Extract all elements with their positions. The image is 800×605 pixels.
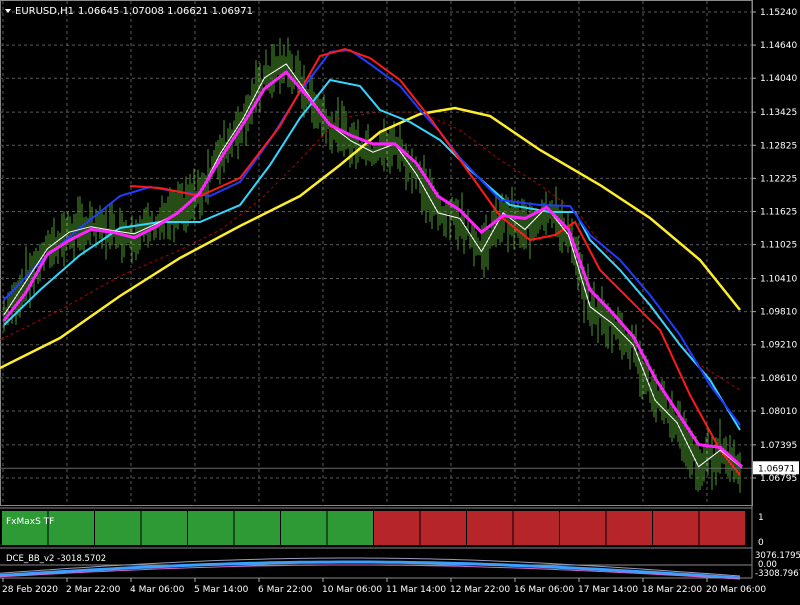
ma-magenta-line [2, 70, 743, 468]
fxmaxs-block [420, 511, 466, 545]
time-axis[interactable]: 28 Feb 2020 2 Mar 22:00 4 Mar 06:00 5 Mar 1… [2, 578, 766, 595]
fxmaxs-block [699, 511, 745, 545]
price-close-white-line [3, 63, 743, 469]
price-bars [3, 37, 741, 493]
fxmaxs-scale-bottom: 0 [758, 538, 764, 548]
price-label: 1.11025 [760, 241, 797, 251]
time-label: 28 Feb 2020 [2, 585, 58, 595]
chart-canvas[interactable]: EURUSD,H1 1.06645 1.07008 1.06621 1.0697… [0, 0, 800, 600]
fxmaxs-block [513, 511, 559, 545]
price-label: 1.07395 [760, 441, 797, 451]
fxmaxs-block [141, 511, 187, 545]
time-label: 4 Mar 06:00 [130, 585, 185, 595]
dce-scale-bottom: -3308.7967 [755, 569, 800, 579]
ohlc-values: 1.06645 1.07008 1.06621 1.06971 [78, 6, 253, 17]
price-label: 1.14040 [760, 74, 797, 84]
dce-main-line [0, 560, 741, 580]
fxmaxs-block [48, 511, 94, 545]
fxmaxs-block [374, 511, 420, 545]
time-label: 10 Mar 06:00 [322, 585, 382, 595]
symbol-timeframe: EURUSD,H1 [15, 6, 74, 17]
price-axis[interactable]: 1.15240 1.14640 1.14040 1.13425 1.12825 1.122… [752, 8, 797, 484]
price-label: 1.14640 [760, 41, 797, 51]
dce-bb-indicator [0, 557, 752, 580]
time-label: 6 Mar 22:00 [258, 585, 313, 595]
price-label: 1.08610 [760, 374, 797, 384]
price-label: 1.06795 [760, 474, 797, 484]
fxmaxs-block [95, 511, 141, 545]
price-label: 1.13425 [760, 108, 797, 118]
dce-title: DCE_BB_v2 -3018.5702 [6, 554, 106, 564]
fxmaxs-scale-top: 1 [758, 513, 764, 523]
dropdown-triangle-icon[interactable] [5, 9, 11, 13]
fxmaxs-title: FxMaxS TF [6, 517, 54, 527]
time-label: 11 Mar 14:00 [386, 585, 446, 595]
current-price-marker: 1.06971 [0, 461, 799, 475]
current-price-label: 1.06971 [758, 464, 795, 474]
fxmaxs-indicator [2, 511, 745, 545]
price-label: 1.12225 [760, 174, 797, 184]
time-label: 20 Mar 06:00 [706, 585, 766, 595]
fxmaxs-block [653, 511, 699, 545]
fxmaxs-block [467, 511, 513, 545]
time-label: 12 Mar 22:00 [450, 585, 510, 595]
time-label: 5 Mar 14:00 [194, 585, 249, 595]
price-label: 1.09810 [760, 308, 797, 318]
price-label: 1.12825 [760, 141, 797, 151]
time-label: 17 Mar 14:00 [578, 585, 638, 595]
price-label: 1.11625 [760, 207, 797, 217]
time-label: 16 Mar 06:00 [514, 585, 574, 595]
main-chart-frame [0, 0, 753, 506]
time-label: 18 Mar 22:00 [642, 585, 702, 595]
fxmaxs-block [234, 511, 280, 545]
fxmaxs-block [188, 511, 234, 545]
time-label: 2 Mar 22:00 [66, 585, 121, 595]
fxmaxs-block [606, 511, 652, 545]
price-label: 1.09210 [760, 341, 797, 351]
price-label: 1.08010 [760, 407, 797, 417]
grid-lines [0, 1, 752, 506]
price-label: 1.15240 [760, 8, 797, 18]
price-label: 1.10410 [760, 275, 797, 285]
fxmaxs-block [560, 511, 606, 545]
fxmaxs-block [327, 511, 373, 545]
trading-chart-window: EURUSD,H1 1.06645 1.07008 1.06621 1.0697… [0, 0, 800, 600]
fxmaxs-block [281, 511, 327, 545]
